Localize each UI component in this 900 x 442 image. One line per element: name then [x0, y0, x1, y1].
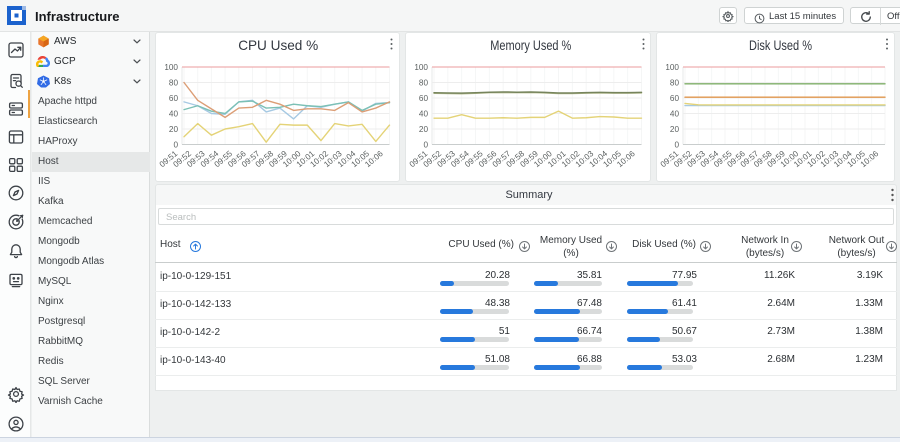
svg-text:40: 40	[169, 109, 179, 118]
svg-text:100: 100	[665, 63, 679, 72]
svg-text:60: 60	[418, 94, 428, 103]
svg-text:80: 80	[670, 78, 680, 87]
svg-text:0: 0	[423, 140, 428, 149]
svg-text:0: 0	[674, 140, 679, 149]
svg-text:60: 60	[670, 94, 680, 103]
svg-text:0: 0	[173, 140, 178, 149]
svg-text:20: 20	[670, 125, 680, 134]
svg-text:20: 20	[418, 125, 428, 134]
svg-text:CPU Used %: CPU Used %	[238, 37, 318, 53]
svg-text:80: 80	[418, 78, 428, 87]
svg-text:Disk Used %: Disk Used %	[749, 37, 812, 53]
svg-text:100: 100	[164, 63, 178, 72]
svg-text:40: 40	[418, 109, 428, 118]
svg-text:80: 80	[169, 78, 179, 87]
svg-text:100: 100	[414, 63, 428, 72]
svg-text:40: 40	[670, 109, 680, 118]
svg-text:60: 60	[169, 94, 179, 103]
svg-text:20: 20	[169, 125, 179, 134]
svg-text:Memory Used %: Memory Used %	[490, 37, 571, 53]
